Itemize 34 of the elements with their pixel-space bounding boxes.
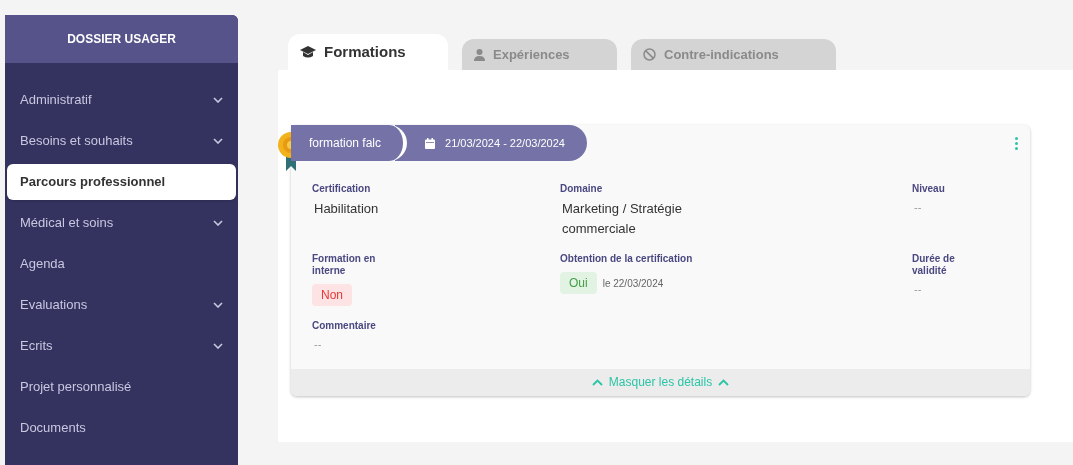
sidebar-item[interactable]: Evaluations <box>7 287 236 323</box>
tab[interactable]: Formations <box>288 34 448 70</box>
sidebar-item[interactable]: Agenda <box>7 246 236 282</box>
sidebar-item[interactable]: Documents <box>7 410 236 446</box>
sidebar-header: DOSSIER USAGER <box>5 15 238 63</box>
chevron-up-icon <box>718 378 730 386</box>
sidebar-item[interactable]: Parcours professionnel <box>7 164 236 200</box>
field-label: Niveau <box>912 183 946 195</box>
field-label: Certification <box>312 183 372 195</box>
field-value: Habilitation <box>313 200 380 218</box>
prohibited-icon <box>643 48 656 61</box>
field-label: Durée de validité <box>912 253 956 277</box>
graduation-cap-icon <box>300 46 316 58</box>
field-value: -- <box>913 200 923 215</box>
date-range: 21/03/2024 - 22/03/2024 <box>445 135 565 151</box>
person-icon <box>474 48 485 61</box>
chevron-up-icon <box>591 378 603 386</box>
status-badge: Non <box>312 284 352 306</box>
sidebar-item[interactable]: Projet personnalisé <box>7 369 236 405</box>
sidebar-item[interactable]: Besoins et souhaits <box>7 123 236 159</box>
field-value: -- <box>313 337 323 352</box>
field-label: Formation en interne <box>312 253 377 277</box>
calendar-icon <box>425 137 436 149</box>
field-label: Commentaire <box>312 320 377 332</box>
sidebar-item[interactable]: Administratif <box>7 82 236 118</box>
field-value: -- <box>913 282 923 297</box>
field-value: Marketing / Stratégie commerciale <box>561 200 683 238</box>
sidebar-item[interactable]: Ecrits <box>7 328 236 364</box>
sidebar-item[interactable]: Médical et soins <box>7 205 236 241</box>
training-title: formation falc <box>291 125 408 161</box>
status-badge: Oui <box>560 272 597 294</box>
field-label: Obtention de la certification <box>560 253 694 265</box>
field-label: Domaine <box>560 183 604 195</box>
date-note: le 22/03/2024 <box>602 276 664 291</box>
